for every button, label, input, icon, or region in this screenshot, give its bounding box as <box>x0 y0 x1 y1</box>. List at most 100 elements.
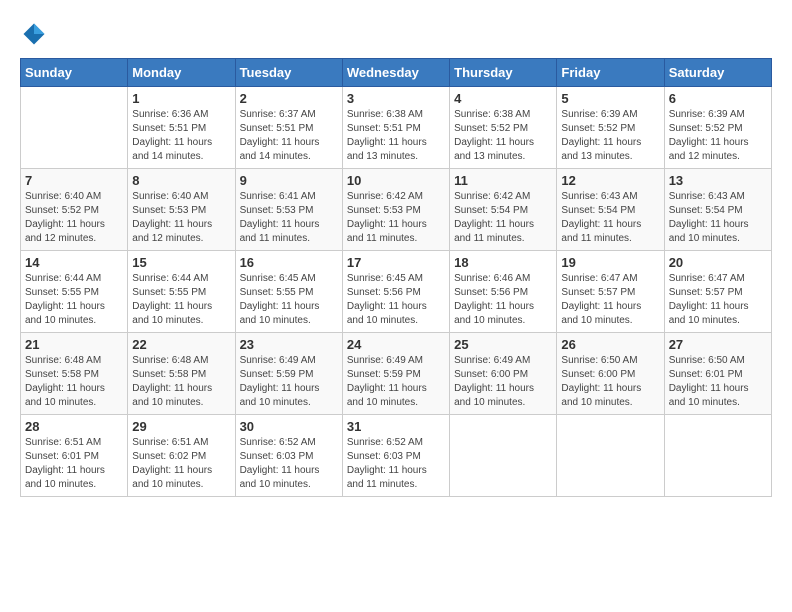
calendar-cell: 28 Sunrise: 6:51 AM Sunset: 6:01 PM Dayli… <box>21 415 128 497</box>
weekday-header: Thursday <box>450 59 557 87</box>
day-info: Sunrise: 6:36 AM Sunset: 5:51 PM Dayligh… <box>132 108 230 164</box>
day-info: Sunrise: 6:43 AM Sunset: 5:54 PM Dayligh… <box>561 190 659 246</box>
calendar-week-row: 1 Sunrise: 6:36 AM Sunset: 5:51 PM Daylig… <box>21 87 772 169</box>
day-number: 20 <box>669 255 767 270</box>
weekday-header: Sunday <box>21 59 128 87</box>
calendar-cell: 24 Sunrise: 6:49 AM Sunset: 5:59 PM Dayli… <box>342 333 449 415</box>
weekday-header: Friday <box>557 59 664 87</box>
day-number: 12 <box>561 173 659 188</box>
day-number: 30 <box>240 419 338 434</box>
day-info: Sunrise: 6:40 AM Sunset: 5:52 PM Dayligh… <box>25 190 123 246</box>
day-number: 2 <box>240 91 338 106</box>
day-number: 3 <box>347 91 445 106</box>
day-info: Sunrise: 6:50 AM Sunset: 6:00 PM Dayligh… <box>561 354 659 410</box>
calendar-cell: 30 Sunrise: 6:52 AM Sunset: 6:03 PM Dayli… <box>235 415 342 497</box>
calendar-cell <box>664 415 771 497</box>
calendar-week-row: 7 Sunrise: 6:40 AM Sunset: 5:52 PM Daylig… <box>21 169 772 251</box>
day-info: Sunrise: 6:48 AM Sunset: 5:58 PM Dayligh… <box>132 354 230 410</box>
day-info: Sunrise: 6:48 AM Sunset: 5:58 PM Dayligh… <box>25 354 123 410</box>
calendar-week-row: 14 Sunrise: 6:44 AM Sunset: 5:55 PM Dayli… <box>21 251 772 333</box>
calendar-cell: 25 Sunrise: 6:49 AM Sunset: 6:00 PM Dayli… <box>450 333 557 415</box>
day-number: 29 <box>132 419 230 434</box>
day-number: 26 <box>561 337 659 352</box>
calendar-cell <box>21 87 128 169</box>
day-number: 22 <box>132 337 230 352</box>
day-info: Sunrise: 6:41 AM Sunset: 5:53 PM Dayligh… <box>240 190 338 246</box>
day-info: Sunrise: 6:39 AM Sunset: 5:52 PM Dayligh… <box>669 108 767 164</box>
calendar-cell: 13 Sunrise: 6:43 AM Sunset: 5:54 PM Dayli… <box>664 169 771 251</box>
logo <box>20 20 52 48</box>
day-number: 17 <box>347 255 445 270</box>
day-number: 6 <box>669 91 767 106</box>
day-number: 4 <box>454 91 552 106</box>
calendar-cell: 19Sunrise: 6:47 AM Sunset: 5:57 PM Dayli… <box>557 251 664 333</box>
day-number: 21 <box>25 337 123 352</box>
day-info: Sunrise: 6:52 AM Sunset: 6:03 PM Dayligh… <box>347 436 445 492</box>
calendar-cell: 10Sunrise: 6:42 AM Sunset: 5:53 PM Dayli… <box>342 169 449 251</box>
calendar-cell: 15Sunrise: 6:44 AM Sunset: 5:55 PM Dayli… <box>128 251 235 333</box>
calendar-cell <box>450 415 557 497</box>
calendar-cell: 14 Sunrise: 6:44 AM Sunset: 5:55 PM Dayli… <box>21 251 128 333</box>
day-info: Sunrise: 6:39 AM Sunset: 5:52 PM Dayligh… <box>561 108 659 164</box>
calendar-cell: 12 Sunrise: 6:43 AM Sunset: 5:54 PM Dayli… <box>557 169 664 251</box>
calendar-cell: 16Sunrise: 6:45 AM Sunset: 5:55 PM Dayli… <box>235 251 342 333</box>
logo-icon <box>20 20 48 48</box>
calendar-cell: 6 Sunrise: 6:39 AM Sunset: 5:52 PM Daylig… <box>664 87 771 169</box>
calendar-body: 1 Sunrise: 6:36 AM Sunset: 5:51 PM Daylig… <box>21 87 772 497</box>
day-number: 23 <box>240 337 338 352</box>
calendar-cell: 18 Sunrise: 6:46 AM Sunset: 5:56 PM Dayli… <box>450 251 557 333</box>
day-number: 14 <box>25 255 123 270</box>
calendar-cell <box>557 415 664 497</box>
day-number: 31 <box>347 419 445 434</box>
calendar-week-row: 21 Sunrise: 6:48 AM Sunset: 5:58 PM Dayli… <box>21 333 772 415</box>
day-info: Sunrise: 6:49 AM Sunset: 6:00 PM Dayligh… <box>454 354 552 410</box>
day-number: 24 <box>347 337 445 352</box>
calendar-cell: 5 Sunrise: 6:39 AM Sunset: 5:52 PM Daylig… <box>557 87 664 169</box>
calendar-cell: 29 Sunrise: 6:51 AM Sunset: 6:02 PM Dayli… <box>128 415 235 497</box>
calendar-cell: 27Sunrise: 6:50 AM Sunset: 6:01 PM Dayli… <box>664 333 771 415</box>
day-number: 5 <box>561 91 659 106</box>
day-info: Sunrise: 6:37 AM Sunset: 5:51 PM Dayligh… <box>240 108 338 164</box>
calendar-week-row: 28 Sunrise: 6:51 AM Sunset: 6:01 PM Dayli… <box>21 415 772 497</box>
day-info: Sunrise: 6:43 AM Sunset: 5:54 PM Dayligh… <box>669 190 767 246</box>
calendar-cell: 7 Sunrise: 6:40 AM Sunset: 5:52 PM Daylig… <box>21 169 128 251</box>
day-info: Sunrise: 6:40 AM Sunset: 5:53 PM Dayligh… <box>132 190 230 246</box>
day-info: Sunrise: 6:38 AM Sunset: 5:52 PM Dayligh… <box>454 108 552 164</box>
day-number: 18 <box>454 255 552 270</box>
calendar-cell: 3 Sunrise: 6:38 AM Sunset: 5:51 PM Daylig… <box>342 87 449 169</box>
day-number: 11 <box>454 173 552 188</box>
day-info: Sunrise: 6:51 AM Sunset: 6:02 PM Dayligh… <box>132 436 230 492</box>
day-info: Sunrise: 6:44 AM Sunset: 5:55 PM Dayligh… <box>132 272 230 328</box>
day-info: Sunrise: 6:49 AM Sunset: 5:59 PM Dayligh… <box>347 354 445 410</box>
day-info: Sunrise: 6:38 AM Sunset: 5:51 PM Dayligh… <box>347 108 445 164</box>
weekday-header: Saturday <box>664 59 771 87</box>
calendar-cell: 4 Sunrise: 6:38 AM Sunset: 5:52 PM Daylig… <box>450 87 557 169</box>
day-info: Sunrise: 6:51 AM Sunset: 6:01 PM Dayligh… <box>25 436 123 492</box>
day-number: 13 <box>669 173 767 188</box>
day-number: 7 <box>25 173 123 188</box>
calendar-cell: 8Sunrise: 6:40 AM Sunset: 5:53 PM Daylig… <box>128 169 235 251</box>
calendar-cell: 2 Sunrise: 6:37 AM Sunset: 5:51 PM Daylig… <box>235 87 342 169</box>
day-info: Sunrise: 6:45 AM Sunset: 5:55 PM Dayligh… <box>240 272 338 328</box>
calendar-cell: 11 Sunrise: 6:42 AM Sunset: 5:54 PM Dayli… <box>450 169 557 251</box>
day-info: Sunrise: 6:47 AM Sunset: 5:57 PM Dayligh… <box>561 272 659 328</box>
calendar-cell: 22 Sunrise: 6:48 AM Sunset: 5:58 PM Dayli… <box>128 333 235 415</box>
calendar-cell: 23Sunrise: 6:49 AM Sunset: 5:59 PM Dayli… <box>235 333 342 415</box>
day-info: Sunrise: 6:46 AM Sunset: 5:56 PM Dayligh… <box>454 272 552 328</box>
day-number: 28 <box>25 419 123 434</box>
day-info: Sunrise: 6:42 AM Sunset: 5:54 PM Dayligh… <box>454 190 552 246</box>
weekday-header: Wednesday <box>342 59 449 87</box>
calendar-cell: 31 Sunrise: 6:52 AM Sunset: 6:03 PM Dayli… <box>342 415 449 497</box>
calendar-cell: 21 Sunrise: 6:48 AM Sunset: 5:58 PM Dayli… <box>21 333 128 415</box>
day-number: 25 <box>454 337 552 352</box>
day-info: Sunrise: 6:44 AM Sunset: 5:55 PM Dayligh… <box>25 272 123 328</box>
day-number: 27 <box>669 337 767 352</box>
calendar-cell: 20 Sunrise: 6:47 AM Sunset: 5:57 PM Dayli… <box>664 251 771 333</box>
calendar-table: SundayMondayTuesdayWednesdayThursdayFrid… <box>20 58 772 497</box>
day-number: 1 <box>132 91 230 106</box>
day-info: Sunrise: 6:47 AM Sunset: 5:57 PM Dayligh… <box>669 272 767 328</box>
day-info: Sunrise: 6:52 AM Sunset: 6:03 PM Dayligh… <box>240 436 338 492</box>
calendar-cell: 26 Sunrise: 6:50 AM Sunset: 6:00 PM Dayli… <box>557 333 664 415</box>
weekday-header: Tuesday <box>235 59 342 87</box>
day-number: 10 <box>347 173 445 188</box>
